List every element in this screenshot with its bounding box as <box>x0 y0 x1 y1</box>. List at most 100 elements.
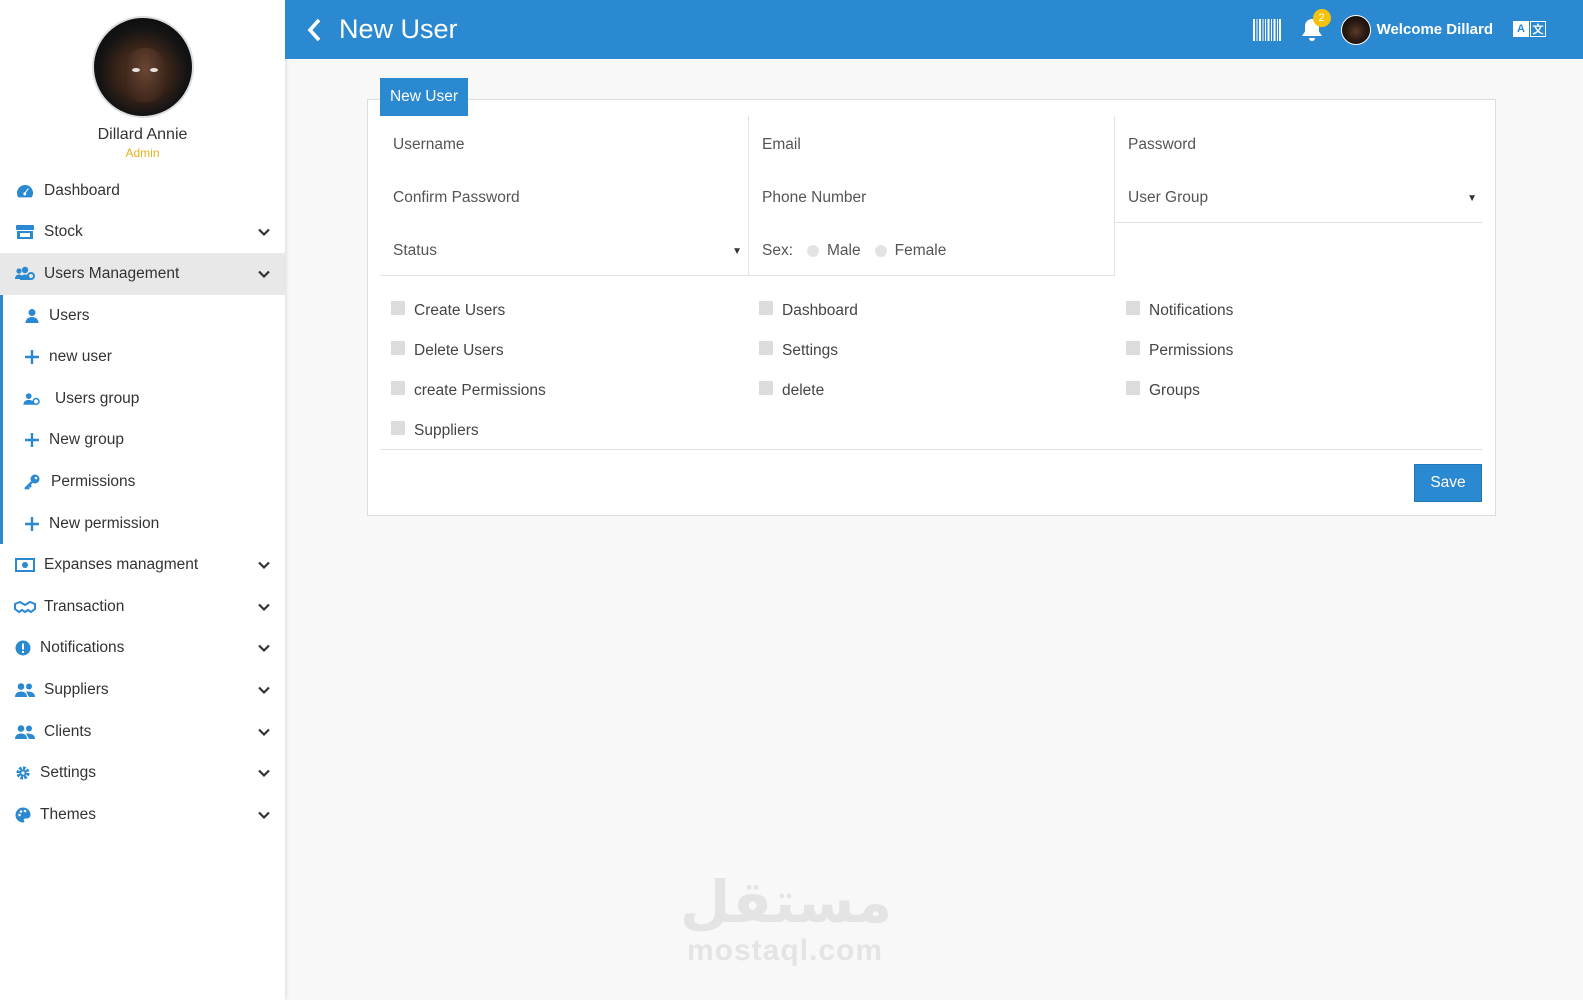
lang-b: 文 <box>1530 20 1546 37</box>
chevron-down-icon[interactable] <box>257 725 271 739</box>
user-group-select[interactable]: User Group ▼ <box>1114 169 1483 223</box>
handshake-icon <box>14 598 36 616</box>
checkbox[interactable] <box>391 421 405 435</box>
plus-icon <box>23 348 41 366</box>
sidebar-item-expanses[interactable]: Expanses managment <box>0 544 285 586</box>
sidebar-item-suppliers[interactable]: Suppliers <box>0 669 285 711</box>
perm-suppliers[interactable]: Suppliers <box>391 420 479 442</box>
money-bill-icon <box>14 556 36 574</box>
email-field[interactable]: Email <box>748 116 1115 170</box>
chevron-down-icon[interactable] <box>257 766 271 780</box>
key-icon <box>23 473 41 491</box>
checkbox[interactable] <box>1126 381 1140 395</box>
chevron-down-icon[interactable] <box>257 225 271 239</box>
checkbox[interactable] <box>759 381 773 395</box>
welcome-text[interactable]: Welcome Dillard <box>1377 21 1493 38</box>
select-caret-icon: ▼ <box>732 246 742 257</box>
sidebar-item-new-permission[interactable]: New permission <box>3 503 285 545</box>
sidebar-item-label: Suppliers <box>44 680 109 698</box>
status-select[interactable]: Status ▼ <box>380 222 748 276</box>
radio-male[interactable] <box>807 244 820 257</box>
sidebar-item-themes[interactable]: Themes <box>0 794 285 836</box>
username-field[interactable]: Username <box>380 116 748 170</box>
user-avatar[interactable] <box>1340 14 1371 45</box>
perm-permissions[interactable]: Permissions <box>1126 340 1233 362</box>
sidebar-item-label: new user <box>49 348 112 366</box>
chevron-down-icon[interactable] <box>257 641 271 655</box>
exclamation-circle-icon <box>14 639 32 657</box>
avatar[interactable] <box>91 16 194 118</box>
sidebar-item-label: Permissions <box>51 472 136 490</box>
sidebar-item-label: Expanses managment <box>44 556 199 574</box>
sex-radio-group: Male Female <box>793 242 946 260</box>
sidebar-item-label: Users <box>49 306 90 324</box>
checkbox[interactable] <box>1126 301 1140 315</box>
sidebar-menu-lower: Expanses managment Transaction Notificat… <box>0 544 285 835</box>
watermark-arabic: مستقل <box>680 868 893 936</box>
sidebar-item-stock[interactable]: Stock <box>0 212 285 254</box>
watermark: مستقل mostaql.com <box>680 868 893 980</box>
sidebar-item-new-group[interactable]: New group <box>3 420 285 462</box>
chevron-down-icon[interactable] <box>257 558 271 572</box>
chevron-down-icon[interactable] <box>257 808 271 822</box>
password-field[interactable]: Password <box>1114 116 1483 170</box>
sidebar-item-label: Dashboard <box>44 181 120 199</box>
checkbox[interactable] <box>759 341 773 355</box>
phone-number-field[interactable]: Phone Number <box>748 169 1115 223</box>
checkbox[interactable] <box>391 381 405 395</box>
perm-groups[interactable]: Groups <box>1126 380 1200 402</box>
sidebar-item-users-group[interactable]: Users group <box>3 378 285 420</box>
sex-field: Sex: Male Female <box>748 222 1115 276</box>
sidebar-item-notifications[interactable]: Notifications <box>0 628 285 670</box>
page-title: New User <box>339 14 458 44</box>
sidebar-item-label: Transaction <box>44 597 125 615</box>
sidebar-menu: Dashboard Stock Users Management <box>0 170 285 295</box>
chevron-down-icon[interactable] <box>257 683 271 697</box>
sidebar-item-label: Users group <box>55 389 140 407</box>
language-switcher[interactable]: A 文 <box>1513 20 1547 39</box>
user-icon <box>23 307 41 325</box>
checkbox[interactable] <box>759 301 773 315</box>
sidebar-item-label: New permission <box>49 514 160 532</box>
profile-panel: Dillard Annie Admin <box>0 0 285 170</box>
sidebar-item-clients[interactable]: Clients <box>0 711 285 753</box>
perm-delete[interactable]: delete <box>759 380 824 402</box>
sidebar-item-transaction[interactable]: Transaction <box>0 586 285 628</box>
sidebar-item-settings[interactable]: Settings <box>0 752 285 794</box>
gear-icon <box>14 764 32 782</box>
sidebar-item-dashboard[interactable]: Dashboard <box>0 170 285 212</box>
chevron-down-icon[interactable] <box>257 267 271 281</box>
perm-create-users[interactable]: Create Users <box>391 300 505 322</box>
perm-dashboard[interactable]: Dashboard <box>759 300 858 322</box>
back-button[interactable] <box>301 17 327 43</box>
sidebar-item-users[interactable]: Users <box>3 295 285 337</box>
chevron-down-icon[interactable] <box>257 600 271 614</box>
sidebar-item-permissions[interactable]: Permissions <box>3 461 285 503</box>
radio-female[interactable] <box>874 244 887 257</box>
perm-notifications[interactable]: Notifications <box>1126 300 1233 322</box>
notifications-button[interactable]: 2 <box>1299 8 1331 43</box>
confirm-password-field[interactable]: Confirm Password <box>380 169 748 223</box>
users-icon <box>14 723 36 741</box>
sidebar-item-label: Clients <box>44 722 92 740</box>
dashboard-icon <box>14 182 36 200</box>
sidebar-item-label: Settings <box>40 764 97 782</box>
barcode-icon[interactable] <box>1252 18 1281 41</box>
sidebar-item-new-user[interactable]: new user <box>3 336 285 378</box>
profile-role: Admin <box>125 146 160 160</box>
users-group-icon <box>23 390 41 408</box>
sidebar-item-label: Notifications <box>40 639 125 657</box>
sidebar: Dillard Annie Admin Dashboard Stock User… <box>0 0 285 1000</box>
save-button[interactable]: Save <box>1414 464 1482 502</box>
checkbox[interactable] <box>1126 341 1140 355</box>
select-caret-icon: ▼ <box>1467 193 1477 204</box>
perm-delete-users[interactable]: Delete Users <box>391 340 504 362</box>
checkbox[interactable] <box>391 341 405 355</box>
perm-settings[interactable]: Settings <box>759 340 838 362</box>
sidebar-item-users-management[interactable]: Users Management <box>0 253 285 295</box>
perm-create-permissions[interactable]: create Permissions <box>391 380 546 402</box>
form-divider <box>380 449 1483 450</box>
checkbox[interactable] <box>391 301 405 315</box>
palette-icon <box>14 806 32 824</box>
header-actions: 2 Welcome Dillard A 文 <box>1252 0 1547 59</box>
